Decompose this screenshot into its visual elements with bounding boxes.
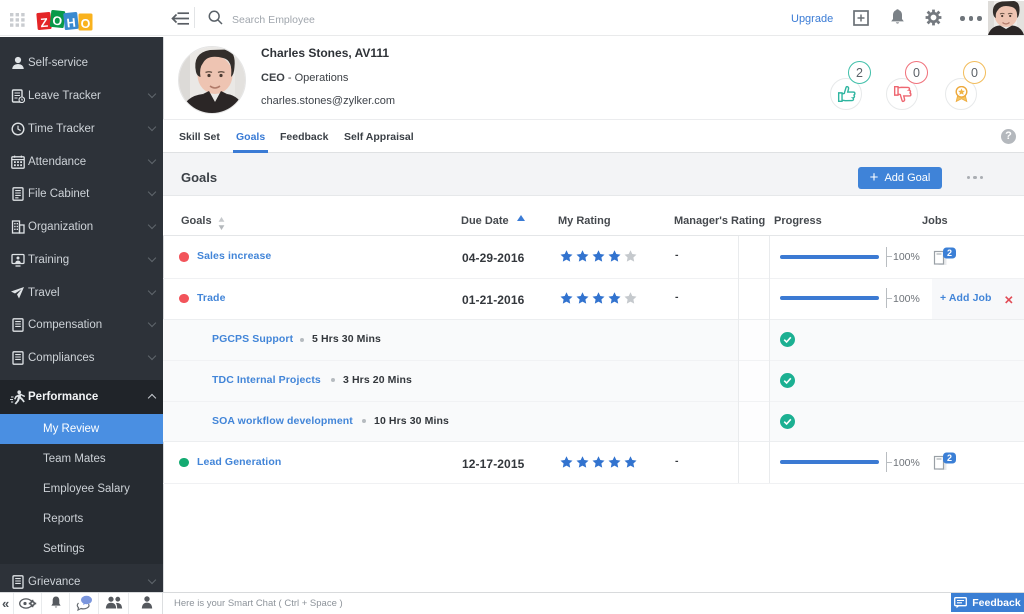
svg-text:O: O xyxy=(81,17,91,31)
svg-text:2: 2 xyxy=(947,453,952,463)
svg-text:O: O xyxy=(52,14,63,29)
svg-text:H: H xyxy=(66,16,76,31)
svg-text:2: 2 xyxy=(947,247,952,257)
